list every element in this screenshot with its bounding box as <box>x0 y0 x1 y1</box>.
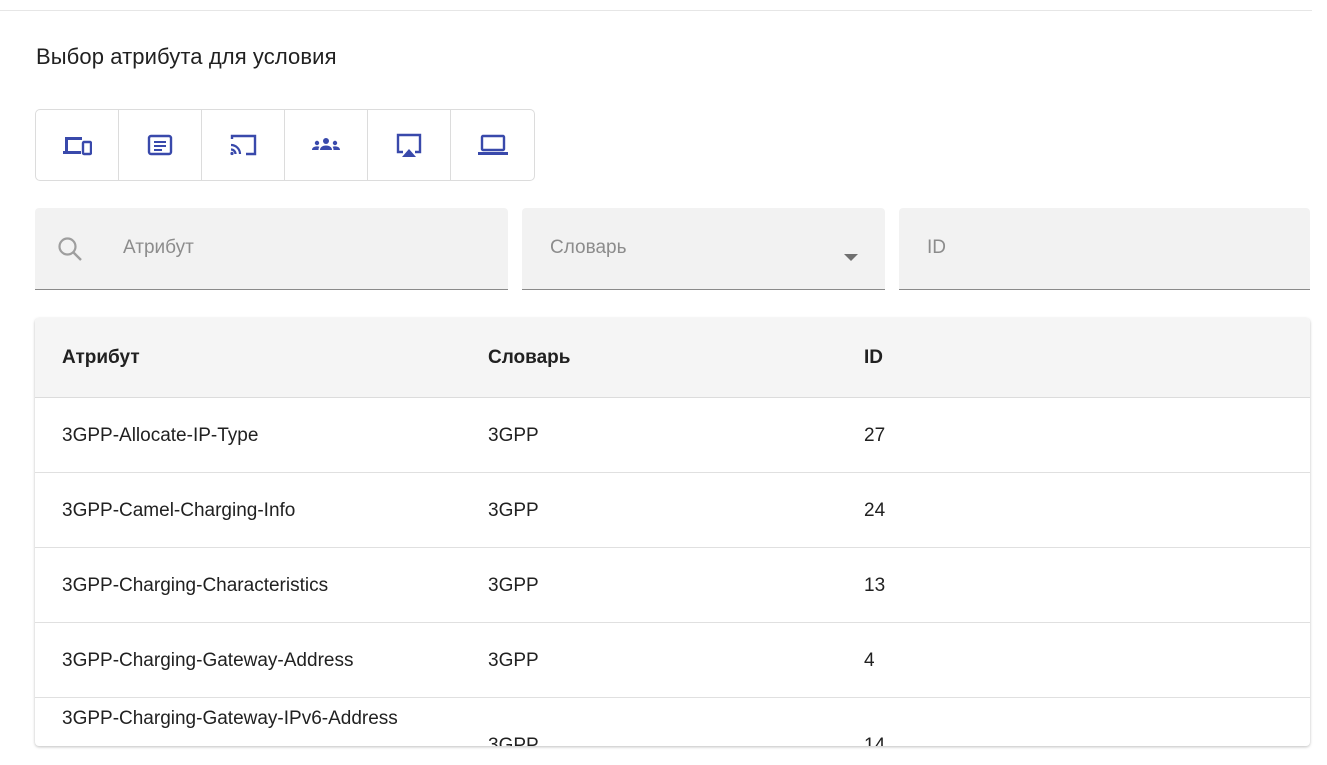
cell-attribute: 3GPP-Camel-Charging-Info <box>62 500 296 521</box>
cell-attribute: 3GPP-Charging-Gateway-Address <box>62 650 354 671</box>
dropdown-arrow-icon <box>844 254 858 261</box>
column-header-id[interactable]: ID <box>864 318 883 398</box>
table-row[interactable]: 3GPP-Charging-Characteristics 3GPP 13 <box>35 548 1310 623</box>
groups-button[interactable] <box>285 110 368 180</box>
airplay-icon <box>396 133 422 157</box>
attribute-category-toolbar <box>35 109 535 181</box>
table-row[interactable]: 3GPP-Camel-Charging-Info 3GPP 24 <box>35 473 1310 548</box>
laptop-icon <box>477 134 508 155</box>
dialog-title: Выбор атрибута для условия <box>36 44 337 69</box>
cell-id: 27 <box>864 425 886 446</box>
cell-attribute: 3GPP-Charging-Gateway-IPv6-Address <box>62 708 398 729</box>
table-row[interactable]: 3GPP-Allocate-IP-Type 3GPP 27 <box>35 398 1310 473</box>
groups-icon <box>312 138 340 150</box>
article-button[interactable] <box>119 110 202 180</box>
cell-dictionary: 3GPP <box>488 735 539 746</box>
dictionary-select-value: Словарь <box>550 237 627 258</box>
cell-dictionary: 3GPP <box>488 575 539 596</box>
cell-id: 13 <box>864 575 886 596</box>
cell-dictionary: 3GPP <box>488 425 539 446</box>
column-header-attribute[interactable]: Атрибут <box>62 318 140 398</box>
cell-dictionary: 3GPP <box>488 650 539 671</box>
table-row[interactable]: 3GPP-Charging-Gateway-IPv6-Address 3GPP … <box>35 698 1310 746</box>
column-header-dictionary[interactable]: Словарь <box>488 318 570 398</box>
cell-attribute: 3GPP-Allocate-IP-Type <box>62 425 259 446</box>
table-row[interactable]: 3GPP-Charging-Gateway-Address 3GPP 4 <box>35 623 1310 698</box>
devices-icon <box>63 137 92 156</box>
attributes-table: Атрибут Словарь ID 3GPP-Allocate-IP-Type… <box>35 318 1310 746</box>
cell-id: 4 <box>864 650 875 671</box>
table-header: Атрибут Словарь ID <box>35 318 1310 398</box>
cell-id: 14 <box>864 735 886 746</box>
attribute-filter <box>35 208 508 290</box>
devices-button[interactable] <box>36 110 119 180</box>
cell-id: 24 <box>864 500 886 521</box>
id-filter <box>899 208 1310 290</box>
search-icon <box>58 237 82 261</box>
dictionary-select[interactable]: Словарь <box>522 208 885 290</box>
airplay-button[interactable] <box>368 110 451 180</box>
attribute-search-input[interactable] <box>123 208 493 288</box>
cell-attribute: 3GPP-Charging-Characteristics <box>62 575 329 596</box>
cast-button[interactable] <box>202 110 285 180</box>
top-divider <box>0 10 1312 11</box>
id-input[interactable] <box>927 208 1297 288</box>
cell-dictionary: 3GPP <box>488 500 539 521</box>
article-icon <box>147 134 173 156</box>
laptop-button[interactable] <box>451 110 534 180</box>
cast-icon <box>230 134 257 156</box>
